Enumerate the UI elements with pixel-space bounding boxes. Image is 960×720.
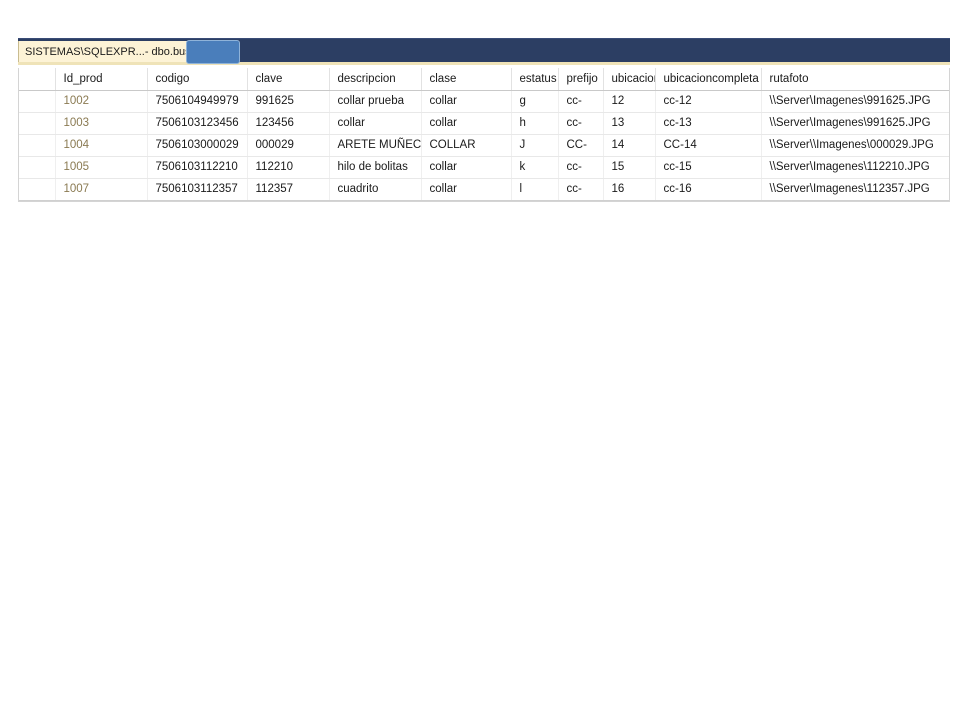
- table-row[interactable]: 1002 7506104949979 991625 collar prueba …: [19, 90, 949, 113]
- cell-rutafoto[interactable]: \\Server\Imagenes\112210.JPG: [761, 156, 949, 179]
- results-table: Id_prod codigo clave descripcion clase e…: [19, 68, 949, 201]
- row-selector[interactable]: [19, 134, 56, 157]
- cell-prefijo[interactable]: cc-: [558, 90, 604, 113]
- row-selector[interactable]: [19, 178, 56, 201]
- cell-prefijo[interactable]: cc-: [558, 112, 604, 135]
- cell-codigo[interactable]: 7506103000029: [147, 134, 248, 157]
- cell-clave[interactable]: 000029: [247, 134, 330, 157]
- cell-id_prod[interactable]: 1005: [55, 156, 148, 179]
- cell-clase[interactable]: COLLAR: [421, 134, 512, 157]
- cell-estatus[interactable]: k: [511, 156, 559, 179]
- results-header-row: Id_prod codigo clave descripcion clase e…: [19, 68, 949, 91]
- column-header-codigo[interactable]: codigo: [147, 68, 248, 91]
- cell-ubicacion[interactable]: 16: [603, 178, 656, 201]
- table-row[interactable]: 1004 7506103000029 000029 ARETE MUÑEC...…: [19, 134, 949, 157]
- cell-clave[interactable]: 991625: [247, 90, 330, 113]
- cell-clase[interactable]: collar: [421, 156, 512, 179]
- cell-id_prod[interactable]: 1003: [55, 112, 148, 135]
- cell-id_prod[interactable]: 1002: [55, 90, 148, 113]
- table-row[interactable]: 1003 7506103123456 123456 collar collar …: [19, 112, 949, 135]
- cell-id_prod[interactable]: 1007: [55, 178, 148, 201]
- cell-id_prod[interactable]: 1004: [55, 134, 148, 157]
- column-header-id_prod[interactable]: Id_prod: [55, 68, 148, 91]
- cell-clave[interactable]: 123456: [247, 112, 330, 135]
- results-grid: Id_prod codigo clave descripcion clase e…: [18, 68, 950, 202]
- cell-estatus[interactable]: J: [511, 134, 559, 157]
- cell-codigo[interactable]: 7506103112357: [147, 178, 248, 201]
- cell-descripcion[interactable]: collar: [329, 112, 422, 135]
- cell-clase[interactable]: collar: [421, 178, 512, 201]
- cell-codigo[interactable]: 7506104949979: [147, 90, 248, 113]
- cell-codigo[interactable]: 7506103112210: [147, 156, 248, 179]
- column-header-clase[interactable]: clase: [421, 68, 512, 91]
- row-selector-header[interactable]: [19, 68, 56, 91]
- cell-rutafoto[interactable]: \\Server\Imagenes\991625.JPG: [761, 90, 949, 113]
- cell-clave[interactable]: 112210: [247, 156, 330, 179]
- cell-clase[interactable]: collar: [421, 112, 512, 135]
- titlebar-underline: [18, 62, 950, 65]
- column-header-estatus[interactable]: estatus: [511, 68, 559, 91]
- column-header-clave[interactable]: clave: [247, 68, 330, 91]
- table-row[interactable]: 1007 7506103112357 112357 cuadrito colla…: [19, 178, 949, 201]
- cell-ubicacion[interactable]: 13: [603, 112, 656, 135]
- application-window: SISTEMAS\SQLEXPR...- dbo.busca Id_prod c…: [0, 0, 960, 720]
- cell-clave[interactable]: 112357: [247, 178, 330, 201]
- cell-ubicacioncompleta[interactable]: cc-13: [655, 112, 762, 135]
- cell-clase[interactable]: collar: [421, 90, 512, 113]
- row-selector[interactable]: [19, 112, 56, 135]
- cell-prefijo[interactable]: cc-: [558, 156, 604, 179]
- cell-ubicacion[interactable]: 14: [603, 134, 656, 157]
- table-row[interactable]: 1005 7506103112210 112210 hilo de bolita…: [19, 156, 949, 179]
- cell-descripcion[interactable]: cuadrito: [329, 178, 422, 201]
- column-header-descripcion[interactable]: descripcion: [329, 68, 422, 91]
- results-body: 1002 7506104949979 991625 collar prueba …: [19, 90, 949, 201]
- cell-estatus[interactable]: l: [511, 178, 559, 201]
- cell-rutafoto[interactable]: \\Server\Imagenes\991625.JPG: [761, 112, 949, 135]
- cell-ubicacion[interactable]: 12: [603, 90, 656, 113]
- row-selector[interactable]: [19, 156, 56, 179]
- selection-highlight-overlay[interactable]: [186, 40, 240, 64]
- column-header-ubicacioncompleta[interactable]: ubicacioncompleta: [655, 68, 762, 91]
- cell-descripcion[interactable]: ARETE MUÑEC...: [329, 134, 422, 157]
- cell-rutafoto[interactable]: \\Server\Imagenes\112357.JPG: [761, 178, 949, 201]
- cell-ubicacioncompleta[interactable]: cc-12: [655, 90, 762, 113]
- row-selector[interactable]: [19, 90, 56, 113]
- column-header-rutafoto[interactable]: rutafoto: [761, 68, 949, 91]
- cell-ubicacion[interactable]: 15: [603, 156, 656, 179]
- cell-ubicacioncompleta[interactable]: CC-14: [655, 134, 762, 157]
- column-header-ubicacion[interactable]: ubicacion: [603, 68, 656, 91]
- cell-prefijo[interactable]: CC-: [558, 134, 604, 157]
- column-header-prefijo[interactable]: prefijo: [558, 68, 604, 91]
- cell-descripcion[interactable]: hilo de bolitas: [329, 156, 422, 179]
- document-titlebar: SISTEMAS\SQLEXPR...- dbo.busca: [18, 38, 950, 63]
- cell-estatus[interactable]: h: [511, 112, 559, 135]
- cell-prefijo[interactable]: cc-: [558, 178, 604, 201]
- cell-ubicacioncompleta[interactable]: cc-15: [655, 156, 762, 179]
- cell-ubicacioncompleta[interactable]: cc-16: [655, 178, 762, 201]
- cell-rutafoto[interactable]: \\Server\\Imagenes\000029.JPG: [761, 134, 949, 157]
- cell-estatus[interactable]: g: [511, 90, 559, 113]
- cell-codigo[interactable]: 7506103123456: [147, 112, 248, 135]
- document-tab[interactable]: SISTEMAS\SQLEXPR...- dbo.busca: [18, 41, 210, 63]
- cell-descripcion[interactable]: collar prueba: [329, 90, 422, 113]
